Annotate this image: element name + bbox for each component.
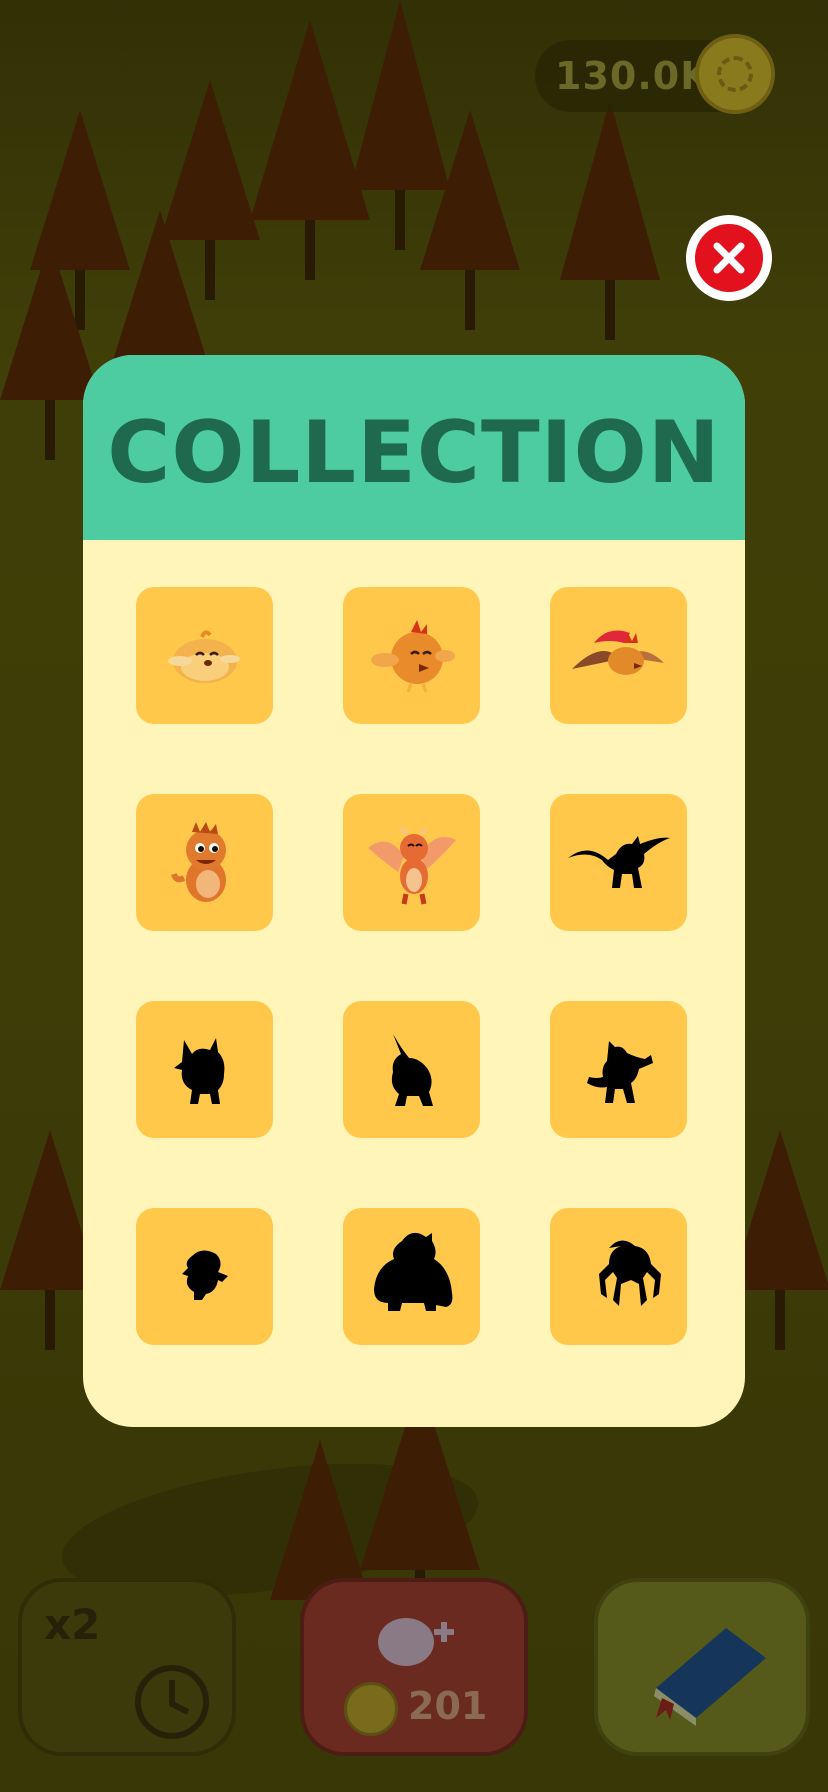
collection-item[interactable]	[550, 1001, 687, 1138]
fox-silhouette-icon	[391, 1033, 433, 1106]
chick-creature-icon	[167, 629, 240, 683]
bird-creature-icon	[370, 619, 455, 693]
currency-amount: 130.0K	[555, 54, 711, 98]
hatch-cost: 201	[408, 1684, 488, 1728]
close-button[interactable]	[686, 215, 772, 301]
collection-item[interactable]	[343, 794, 480, 931]
cat-silhouette-icon	[173, 1037, 224, 1104]
collection-item[interactable]	[550, 794, 687, 931]
collection-item[interactable]	[550, 587, 687, 724]
monkey-silhouette-icon	[586, 1040, 653, 1103]
flying-bird-creature-icon	[571, 630, 664, 675]
x2-label: x2	[44, 1600, 101, 1649]
collection-item[interactable]	[550, 1208, 687, 1345]
winged-dragon-creature-icon	[367, 825, 456, 904]
collection-item[interactable]	[343, 1001, 480, 1138]
currency-display: 130.0K	[535, 34, 775, 114]
small-creature-silhouette-icon	[181, 1249, 228, 1300]
collection-item[interactable]	[136, 1208, 273, 1345]
collection-item[interactable]	[136, 587, 273, 724]
book-button[interactable]	[594, 1578, 810, 1756]
hatch-button[interactable]: 201	[300, 1578, 528, 1756]
dragon-silhouette-icon	[567, 835, 670, 888]
x2-boost-button[interactable]: x2	[18, 1578, 236, 1756]
coin-icon	[344, 1682, 398, 1736]
baby-dragon-creature-icon	[170, 821, 226, 902]
collection-item[interactable]	[343, 587, 480, 724]
clock-icon	[135, 1665, 209, 1739]
collection-item[interactable]	[136, 1001, 273, 1138]
close-icon	[695, 224, 763, 292]
book-icon	[654, 1628, 766, 1726]
panel-header: COLLECTION	[83, 355, 745, 540]
collection-panel: COLLECTION	[83, 355, 745, 1427]
gorilla-silhouette-icon	[373, 1232, 452, 1311]
panel-title: COLLECTION	[107, 402, 721, 503]
egg-icon	[378, 1618, 454, 1666]
collection-item[interactable]	[343, 1208, 480, 1345]
spider-silhouette-icon	[598, 1239, 661, 1306]
coin-icon	[695, 34, 775, 114]
collection-item[interactable]	[136, 794, 273, 931]
